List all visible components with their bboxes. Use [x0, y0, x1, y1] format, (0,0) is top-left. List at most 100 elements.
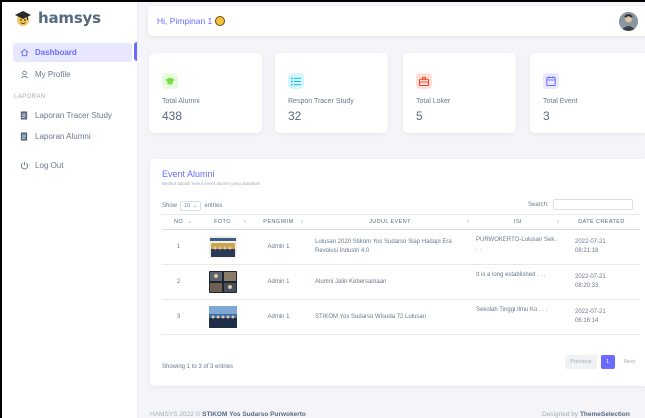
cell-pengirim: Admin 1 [250, 299, 307, 335]
sidebar-item-label: Laporan Alumni [35, 132, 91, 141]
event-photo-image[interactable] [208, 236, 237, 258]
date-value: 2022-07-21 [575, 309, 606, 315]
stat-value: 32 [288, 109, 302, 123]
cell-foto [195, 299, 250, 335]
stat-card-total-loker: Total Loker 5 [403, 53, 516, 133]
column-header-foto[interactable]: FOTO ⇅ [195, 214, 250, 230]
column-header-judul-event[interactable]: JUDUL EVENT ⇅ [307, 214, 473, 230]
cell-judul-event: Lulusan 2020 Stikom Yos Sudarso Siap Had… [307, 229, 473, 265]
cell-pengirim: Admin 1 [250, 229, 307, 265]
stat-card-respon-tracer-study: Respon Tracer Study 32 [275, 53, 388, 133]
column-header-no[interactable]: NO ▲ [162, 214, 195, 230]
stat-value: 3 [543, 109, 550, 123]
entries-select-value: 10 [184, 203, 191, 209]
page-1-button[interactable]: 1 [600, 355, 615, 369]
greeting: Hi, Pimpinan 1 [157, 16, 226, 26]
graduation-cap-icon [162, 73, 178, 89]
greeting-text: Hi, Pimpinan 1 [157, 16, 213, 26]
event-alumni-card: Event Alumni Berikut adalah event event … [150, 159, 645, 386]
top-navbar: Hi, Pimpinan 1 [148, 6, 645, 36]
stat-label: Total Event [543, 98, 578, 105]
avatar[interactable] [619, 12, 638, 31]
sidebar-item-label: My Profile [35, 70, 71, 79]
stat-value: 438 [162, 109, 183, 123]
footer-institution-link[interactable]: STIKOM Yos Sudarso Purwokerto [202, 411, 306, 418]
sidebar-section-header: LAPORAN [14, 94, 46, 100]
stat-value: 5 [416, 109, 423, 123]
app-frame: hamsys Dashboard My Profile LAPORAN Lapo… [2, 2, 645, 418]
column-header-label: PENGIRIM [263, 219, 294, 225]
sidebar-item-label: Log Out [35, 161, 64, 170]
show-label: Show [162, 203, 178, 209]
stat-label: Total Loker [416, 98, 451, 105]
event-table: NO ▲ FOTO ⇅ PENGIRIM ⇅ JUDUL EVENT ⇅ ISI ⇅ DA… [162, 214, 640, 335]
event-card-subtitle: Berikut adalah event event alumni yang d… [162, 181, 261, 186]
chevron-down-icon: ⌄ [193, 203, 198, 209]
power-icon [19, 161, 29, 171]
entries-length-control: Show 10 ⌄ entries [162, 201, 222, 211]
stat-label: Total Alumni [162, 98, 200, 105]
time-value: 08:21:18 [575, 248, 599, 254]
column-header-label: ISI [514, 219, 522, 225]
file-icon [19, 132, 29, 142]
sort-icon: ▲ [187, 219, 192, 224]
table-row: 3 Admin 1 STIKOM Yos Sudarso Wisuda 72 L… [162, 299, 640, 335]
brand[interactable]: hamsys [2, 2, 137, 34]
entries-label: entries [204, 203, 223, 209]
cell-no: 1 [162, 229, 195, 265]
cell-no: 3 [162, 299, 195, 335]
cell-date-created: 2022-07-21 08:21:18 [563, 229, 640, 265]
entries-select[interactable]: 10 ⌄ [180, 201, 202, 211]
sidebar-item-dashboard[interactable]: Dashboard [13, 43, 132, 62]
column-header-date-created[interactable]: DATE CREATED [563, 214, 640, 230]
search-input[interactable] [552, 199, 633, 210]
search-label: Search: [528, 201, 549, 208]
column-header-pengirim[interactable]: PENGIRIM ⇅ [250, 214, 307, 230]
column-header-isi[interactable]: ISI ⇅ [473, 214, 563, 230]
list-icon [288, 73, 304, 89]
brand-name: hamsys [38, 9, 101, 27]
event-photo-image[interactable] [208, 306, 237, 328]
cell-isi: It is a long established . . . [473, 264, 563, 300]
sidebar-item-laporan-alumni[interactable]: Laporan Alumni [13, 127, 132, 146]
cell-date-created: 2022-07-21 08:20:33 [563, 264, 640, 300]
cell-no: 2 [162, 264, 195, 300]
date-value: 2022-07-21 [575, 274, 606, 280]
sort-icon: ⇅ [243, 219, 247, 224]
cell-pengirim: Admin 1 [250, 264, 307, 300]
sidebar: hamsys Dashboard My Profile LAPORAN Lapo… [2, 2, 138, 418]
sort-icon: ⇅ [300, 219, 304, 224]
stat-label: Respon Tracer Study [288, 98, 354, 105]
file-icon [19, 111, 29, 121]
cell-date-created: 2022-07-21 06:16:14 [563, 299, 640, 335]
column-header-label: JUDUL EVENT [369, 219, 411, 225]
time-value: 08:20:33 [575, 283, 599, 289]
table-row: 1 Admin 1 Lulusan 2020 Stikom Yos Sudars… [162, 229, 640, 265]
calendar-icon [543, 73, 559, 89]
stat-card-total-event: Total Event 3 [530, 53, 645, 133]
graduation-cap-logo-icon [14, 9, 32, 27]
user-icon [19, 70, 29, 80]
event-photo-image[interactable] [208, 271, 237, 293]
next-page-button[interactable]: Next [619, 355, 640, 369]
sort-icon: ⇅ [556, 219, 560, 224]
cell-isi: PURWOKERTO-Lulusan Sek . . . [473, 229, 563, 265]
sidebar-item-laporan-tracer-study[interactable]: Laporan Tracer Study [13, 106, 132, 125]
cell-foto [195, 229, 250, 265]
table-row: 2 Admin 1 Alumni Jalin Kebersamaan It is… [162, 264, 640, 300]
cell-isi: Sekolah Tinggi Ilmu Ko . . . [473, 299, 563, 335]
sidebar-item-my-profile[interactable]: My Profile [13, 65, 132, 84]
previous-page-button[interactable]: Previous [565, 355, 597, 369]
cell-judul-event: STIKOM Yos Sudarso Wisuda 72 Lulusan [307, 299, 473, 335]
sidebar-item-label: Dashboard [35, 48, 77, 57]
footer-themeselection-link[interactable]: ThemeSelection [580, 411, 630, 418]
footer-credit: Designed by ThemeSelection [542, 411, 630, 418]
cell-foto [195, 264, 250, 300]
active-indicator [134, 42, 137, 61]
cell-judul-event: Alumni Jalin Kebersamaan [307, 264, 473, 300]
sort-icon: ⇅ [466, 219, 470, 224]
sidebar-item-log-out[interactable]: Log Out [13, 156, 132, 175]
home-icon [19, 48, 29, 58]
table-info: Showing 1 to 3 of 3 entries [162, 364, 234, 370]
column-header-label: FOTO [214, 219, 231, 225]
